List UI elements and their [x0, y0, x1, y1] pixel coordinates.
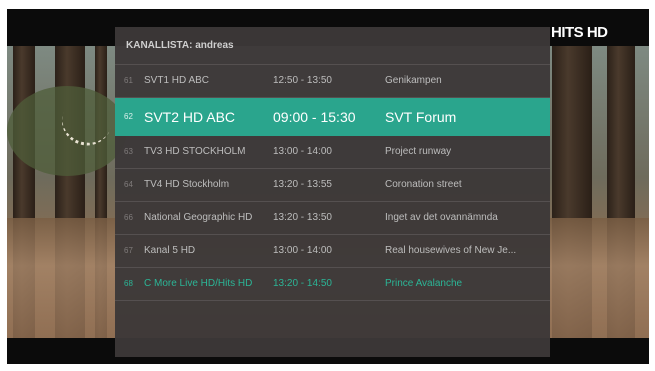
- program-time: 13:20 - 13:55: [273, 179, 332, 190]
- program-time: 13:20 - 14:50: [273, 278, 332, 289]
- program-time: 09:00 - 15:30: [273, 109, 356, 125]
- program-title: Project runway: [385, 146, 452, 157]
- channel-number: 66: [124, 213, 133, 222]
- program-title: Genikampen: [385, 75, 442, 86]
- channel-number: 68: [124, 279, 133, 288]
- channel-name: SVT2 HD ABC: [144, 109, 236, 125]
- channel-number: 62: [124, 112, 133, 121]
- channel-row[interactable]: 64 TV4 HD Stockholm 13:20 - 13:55 Corona…: [115, 169, 550, 202]
- channel-name: Kanal 5 HD: [144, 245, 196, 256]
- channel-name: TV4 HD Stockholm: [144, 179, 230, 190]
- program-time: 13:00 - 14:00: [273, 146, 332, 157]
- program-time: 13:20 - 13:50: [273, 212, 332, 223]
- channel-name: SVT1 HD ABC: [144, 75, 210, 86]
- channel-row[interactable]: 63 TV3 HD STOCKHOLM 13:00 - 14:00 Projec…: [115, 136, 550, 169]
- channel-row[interactable]: 61 SVT1 HD ABC 12:50 - 13:50 Genikampen: [115, 65, 550, 98]
- program-title: Inget av det ovannämnda: [385, 212, 498, 223]
- channel-number: 67: [124, 246, 133, 255]
- program-time: 12:50 - 13:50: [273, 75, 332, 86]
- program-title: Prince Avalanche: [385, 278, 463, 289]
- program-title: Coronation street: [385, 179, 462, 190]
- channel-name: TV3 HD STOCKHOLM: [144, 146, 246, 157]
- channel-row[interactable]: 67 Kanal 5 HD 13:00 - 14:00 Real housewi…: [115, 235, 550, 268]
- channel-list-title: KANALLISTA: andreas: [115, 27, 550, 65]
- channel-row[interactable]: 66 National Geographic HD 13:20 - 13:50 …: [115, 202, 550, 235]
- channel-number: 61: [124, 76, 133, 85]
- channel-logo: HITS HD: [551, 24, 608, 41]
- channel-number: 63: [124, 147, 133, 156]
- program-title: SVT Forum: [385, 109, 457, 125]
- channel-number: 64: [124, 180, 133, 189]
- program-time: 13:00 - 14:00: [273, 245, 332, 256]
- channel-row-selected[interactable]: 62 SVT2 HD ABC 09:00 - 15:30 SVT Forum: [115, 98, 550, 136]
- channel-name: National Geographic HD: [144, 212, 253, 223]
- program-title: Real housewives of New Je...: [385, 245, 517, 256]
- channel-list-panel: KANALLISTA: andreas 61 SVT1 HD ABC 12:50…: [115, 27, 550, 357]
- channel-name: C More Live HD/Hits HD: [144, 278, 253, 289]
- channel-row-now-playing[interactable]: 68 C More Live HD/Hits HD 13:20 - 14:50 …: [115, 268, 550, 301]
